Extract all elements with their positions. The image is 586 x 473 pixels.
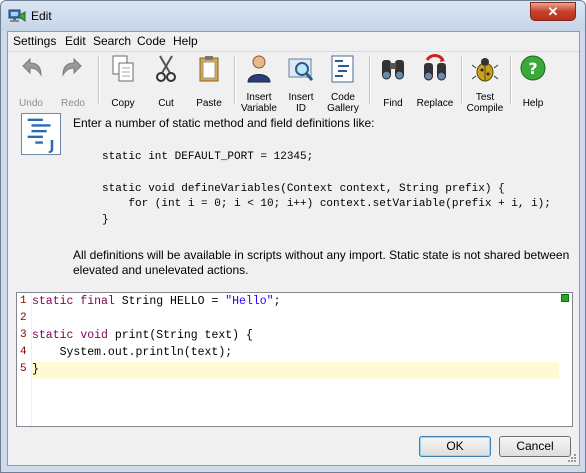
code-sample-line: static int DEFAULT_PORT = 12345; [102, 151, 314, 163]
edit-dialog: Edit ✕ Settings Edit Search Code Help Un… [0, 0, 586, 473]
menu-search[interactable]: Search [93, 34, 131, 48]
toolbar-separator [510, 56, 512, 104]
menu-code[interactable]: Code [137, 34, 166, 48]
user-icon [247, 55, 271, 83]
menu-settings[interactable]: Settings [13, 34, 56, 48]
copy-label: Copy [111, 98, 135, 109]
undo-icon [22, 57, 42, 77]
code-editor[interactable]: 1 2 3 4 5 static final String HELLO = "H… [16, 292, 573, 427]
dialog-body: Settings Edit Search Code Help Undo Redo [7, 31, 580, 466]
title-bar: Edit ✕ [1, 1, 585, 31]
code-gallery-label-1: Code [331, 92, 355, 103]
insert-variable-button[interactable]: Insert Variable [241, 52, 277, 114]
info-panel: J Enter a number of static method and fi… [16, 112, 574, 277]
menu-bar: Settings Edit Search Code Help [8, 32, 579, 52]
line-number: 2 [20, 312, 27, 324]
current-line-highlight [32, 362, 559, 379]
test-compile-label-1: Test [475, 92, 495, 103]
copy-icon [112, 55, 134, 82]
code-line-3: static void print(String text) { [32, 329, 253, 342]
window-title: Edit [31, 9, 52, 23]
id-lookup-icon [288, 58, 314, 81]
copy-button[interactable]: Copy [108, 52, 138, 110]
replace-icon [424, 54, 446, 81]
binoculars-icon [382, 60, 404, 80]
code-line-5: } [32, 363, 39, 376]
info-intro: Enter a number of static method and fiel… [73, 116, 375, 130]
code-gallery-icon [331, 55, 354, 83]
app-icon [8, 9, 26, 22]
code-text: ; [273, 295, 281, 308]
replace-button[interactable]: Replace [417, 52, 453, 110]
svg-text:?: ? [528, 59, 537, 78]
cut-label: Cut [158, 98, 174, 109]
help-icon: ? [520, 55, 546, 81]
scissors-icon [156, 55, 176, 82]
close-button[interactable]: ✕ [530, 2, 576, 21]
toolbar: Undo Redo Copy Cut Paste Insert Variable… [8, 52, 579, 114]
code-sample-line: for (int i = 0; i < 10; i++) context.set… [102, 198, 551, 210]
syntax-status-indicator [561, 294, 569, 302]
line-number: 4 [20, 346, 27, 358]
code-line-1: static final String HELLO = "Hello"; [32, 295, 280, 308]
line-number: 5 [20, 363, 27, 375]
redo-button[interactable]: Redo [58, 52, 88, 110]
keyword: static final [32, 295, 115, 308]
menu-edit[interactable]: Edit [65, 34, 86, 48]
code-gallery-button[interactable]: Code Gallery [327, 52, 359, 114]
paste-label: Paste [196, 98, 222, 109]
menu-help[interactable]: Help [173, 34, 198, 48]
toolbar-separator [369, 56, 371, 104]
undo-label: Undo [19, 98, 43, 109]
script-icon: J [21, 113, 61, 155]
insert-id-label-1: Insert [288, 92, 314, 103]
clipboard-icon [199, 56, 219, 82]
code-text: String HELLO = [114, 295, 226, 308]
undo-button[interactable]: Undo [16, 52, 46, 110]
cancel-button[interactable]: Cancel [499, 436, 571, 457]
line-number-gutter: 1 2 3 4 5 [17, 293, 32, 426]
toolbar-separator [98, 56, 100, 104]
replace-label: Replace [416, 98, 454, 109]
resize-grip-icon[interactable] [567, 453, 577, 463]
string-literal: "Hello" [225, 295, 274, 308]
info-note: All definitions will be available in scr… [73, 248, 570, 277]
code-sample-line: static void defineVariables(Context cont… [102, 183, 505, 195]
insert-variable-label-1: Insert [246, 92, 272, 103]
line-number: 3 [20, 329, 27, 341]
help-button[interactable]: ? Help [518, 52, 548, 110]
keyword: void [80, 329, 108, 342]
redo-label: Redo [61, 98, 85, 109]
cut-button[interactable]: Cut [151, 52, 181, 110]
ok-button[interactable]: OK [419, 436, 491, 457]
bug-icon [471, 58, 499, 82]
close-icon: ✕ [547, 4, 559, 19]
find-label: Find [383, 98, 403, 109]
keyword: static [32, 329, 74, 342]
code-line-4: System.out.println(text); [32, 346, 233, 359]
paste-button[interactable]: Paste [194, 52, 224, 110]
find-button[interactable]: Find [378, 52, 408, 110]
help-label: Help [522, 98, 544, 109]
test-compile-button[interactable]: Test Compile [467, 52, 503, 114]
svg-text:J: J [49, 139, 55, 154]
line-number: 1 [20, 295, 27, 307]
insert-id-button[interactable]: Insert ID [286, 52, 316, 114]
code-sample-line: } [102, 214, 109, 226]
code-text: print(String text) { [107, 329, 253, 342]
redo-icon [62, 57, 82, 77]
